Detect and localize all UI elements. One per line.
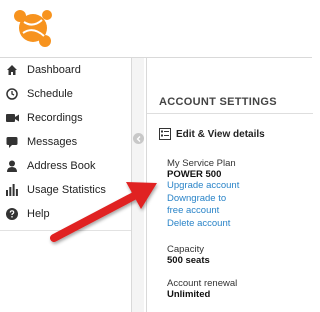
sidebar-item-help[interactable]: Help [0, 202, 131, 226]
chevron-left-icon [136, 135, 140, 142]
sidebar-item-label: Schedule [27, 88, 73, 100]
person-icon [5, 159, 19, 173]
capacity-field: Capacity 500 seats [167, 244, 210, 266]
downgrade-link-line2: free account [167, 205, 220, 216]
video-camera-icon [5, 111, 19, 125]
renewal-label: Account renewal [167, 278, 238, 289]
capacity-value: 500 seats [167, 255, 210, 266]
delete-account-link[interactable]: Delete account [167, 218, 239, 231]
account-settings-panel: ACCOUNT SETTINGS Edit & View details My … [146, 58, 313, 312]
sidebar: Dashboard Schedule Recordings Messages A… [0, 58, 132, 312]
sidebar-item-address-book[interactable]: Address Book [0, 154, 131, 178]
upgrade-account-link[interactable]: Upgrade account [167, 180, 239, 193]
sidebar-item-messages[interactable]: Messages [0, 130, 131, 154]
sidebar-divider [0, 230, 131, 231]
section-divider [147, 113, 313, 114]
sidebar-item-label: Usage Statistics [27, 184, 106, 196]
service-plan-value: POWER 500 [167, 169, 222, 180]
edit-form-icon [159, 128, 171, 140]
downgrade-account-link[interactable]: Downgrade to free account [167, 193, 239, 218]
logo-icon[interactable] [11, 6, 55, 50]
sidebar-item-label: Dashboard [27, 64, 81, 76]
home-icon [5, 63, 19, 77]
sidebar-item-schedule[interactable]: Schedule [0, 82, 131, 106]
service-plan-label: My Service Plan [167, 158, 236, 169]
chat-bubble-icon [5, 135, 19, 149]
sidebar-item-label: Address Book [27, 160, 96, 172]
edit-view-details-button[interactable]: Edit & View details [159, 128, 265, 140]
question-icon [5, 207, 19, 221]
sidebar-item-label: Help [27, 208, 50, 220]
sidebar-item-recordings[interactable]: Recordings [0, 106, 131, 130]
service-plan-field: My Service Plan POWER 500 Upgrade accoun… [167, 158, 239, 230]
collapse-sidebar-button[interactable] [133, 133, 144, 144]
renewal-field: Account renewal Unlimited [167, 278, 237, 300]
sidebar-item-dashboard[interactable]: Dashboard [0, 58, 131, 82]
renewal-value: Unlimited [167, 289, 211, 300]
downgrade-link-line1: Downgrade to [167, 192, 227, 204]
top-bar [0, 0, 312, 57]
sidebar-item-label: Recordings [27, 112, 83, 124]
clock-icon [5, 87, 19, 101]
section-title: ACCOUNT SETTINGS [159, 96, 277, 108]
capacity-label: Capacity [167, 244, 204, 255]
sidebar-gutter [132, 58, 144, 312]
sidebar-item-label: Messages [27, 136, 78, 148]
edit-view-details-label: Edit & View details [176, 128, 265, 140]
bar-chart-icon [5, 183, 19, 197]
sidebar-item-usage-statistics[interactable]: Usage Statistics [0, 178, 131, 202]
